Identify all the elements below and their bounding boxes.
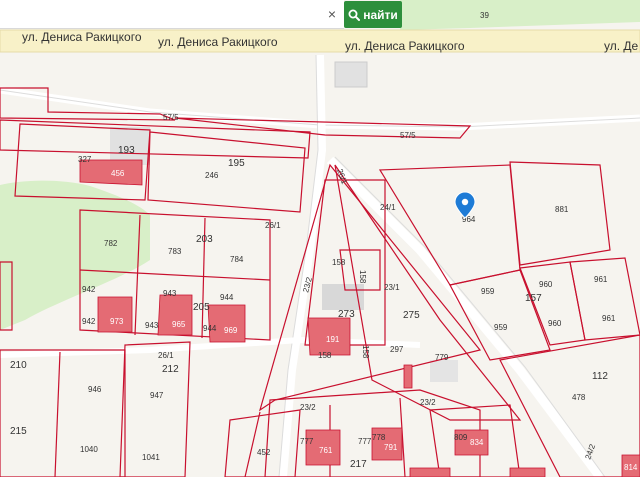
parcel-label: 210 [10, 360, 27, 371]
parcel-label: 944 [203, 324, 217, 333]
parcel-label: 203 [196, 234, 213, 245]
street-label: ул. Дениса Ракицкого [345, 39, 465, 53]
parcel-label: 777 [300, 437, 314, 446]
parcel-label: 191 [326, 335, 340, 344]
parcel-label: 965 [172, 320, 186, 329]
parcel-label: 973 [110, 317, 124, 326]
parcel-label: 791 [384, 443, 398, 452]
parcel-label: 960 [548, 319, 562, 328]
cadastral-map[interactable]: ул. Дениса Ракицкого ул. Дениса Ракицког… [0, 0, 640, 477]
parcel-label: 157 [525, 293, 542, 304]
parcel-label: 456 [111, 169, 125, 178]
parcel-label: 777 [358, 437, 372, 446]
parcel-label: 809 [454, 433, 468, 442]
parcel-label: 275 [403, 310, 420, 321]
parcel-label: 452 [257, 448, 271, 457]
building-965 [157, 294, 193, 336]
building-small-a [403, 364, 413, 389]
parcel-label: 217 [350, 459, 367, 470]
parcel-label: 960 [539, 280, 553, 289]
street-label: ул. Дениса Ракицкого [158, 35, 278, 49]
building-bottom-1 [409, 467, 451, 477]
search-input[interactable] [0, 0, 318, 28]
parcel-label: 784 [230, 255, 244, 264]
parcel-label: 961 [602, 314, 616, 323]
parcel-label: 942 [82, 317, 96, 326]
parcel-label: 297 [390, 345, 404, 354]
parcel-label: 158 [332, 258, 346, 267]
parcel-label: 23/1 [384, 283, 400, 292]
parcel-label: 779 [435, 353, 449, 362]
parcel-label: 246 [205, 171, 219, 180]
parcel-label: 195 [228, 158, 245, 169]
parcel-label: 23/2 [420, 398, 436, 407]
parcel-label: 834 [470, 438, 484, 447]
parcel-label: 158 [361, 345, 370, 359]
parcel-label: 39 [480, 11, 489, 20]
parcel-label: 969 [224, 326, 238, 335]
street-label: ул. Де [604, 39, 639, 53]
parcel-label: 1040 [80, 445, 98, 454]
parcel-label: 158 [318, 351, 332, 360]
parcel-label: 946 [88, 385, 102, 394]
parcel-label: 944 [220, 293, 234, 302]
search-button-label: найти [363, 7, 398, 22]
parcel-label: 158 [358, 270, 367, 284]
parcel-label: 205 [193, 302, 210, 313]
parcel-label: 212 [162, 364, 179, 375]
parcel-label: 942 [82, 285, 96, 294]
parcel-label: 943 [145, 321, 159, 330]
parcel-label: 478 [572, 393, 586, 402]
parcel-label: 959 [481, 287, 495, 296]
search-icon [348, 9, 361, 21]
parcel-label: 327 [78, 155, 92, 164]
building-bottom-2 [509, 467, 546, 477]
parcel-label: 112 [592, 371, 608, 382]
parcel-label: 26/1 [158, 351, 174, 360]
close-icon[interactable]: × [322, 4, 342, 24]
search-bar: × [0, 0, 344, 29]
street-label: ул. Дениса Ракицкого [22, 30, 142, 44]
parcel-label: 959 [494, 323, 508, 332]
parcel-label: 23/2 [300, 403, 316, 412]
parcel-label: 761 [319, 446, 333, 455]
parcel-label: 26/1 [265, 221, 281, 230]
parcel-label: 57/5 [400, 131, 416, 140]
gray-building-1 [334, 61, 368, 88]
parcel-label: 783 [168, 247, 182, 256]
building-973 [97, 296, 133, 333]
parcel-label: 1041 [142, 453, 160, 462]
parcel-label: 947 [150, 391, 164, 400]
parcel-label: 215 [10, 426, 27, 437]
parcel-label: 782 [104, 239, 118, 248]
parcel-label: 193 [118, 145, 135, 156]
parcel-label: 881 [555, 205, 569, 214]
parcel-label: 943 [163, 289, 177, 298]
parcel-label: 24/1 [380, 203, 396, 212]
parcel-label: 961 [594, 275, 608, 284]
parcel-label: 814 [624, 463, 638, 472]
parcel-label: 273 [338, 309, 355, 320]
search-button[interactable]: найти [344, 1, 402, 28]
parcel-label: 778 [372, 433, 386, 442]
parcel-label: 57/5 [163, 113, 179, 122]
gray-building-4 [430, 360, 458, 382]
